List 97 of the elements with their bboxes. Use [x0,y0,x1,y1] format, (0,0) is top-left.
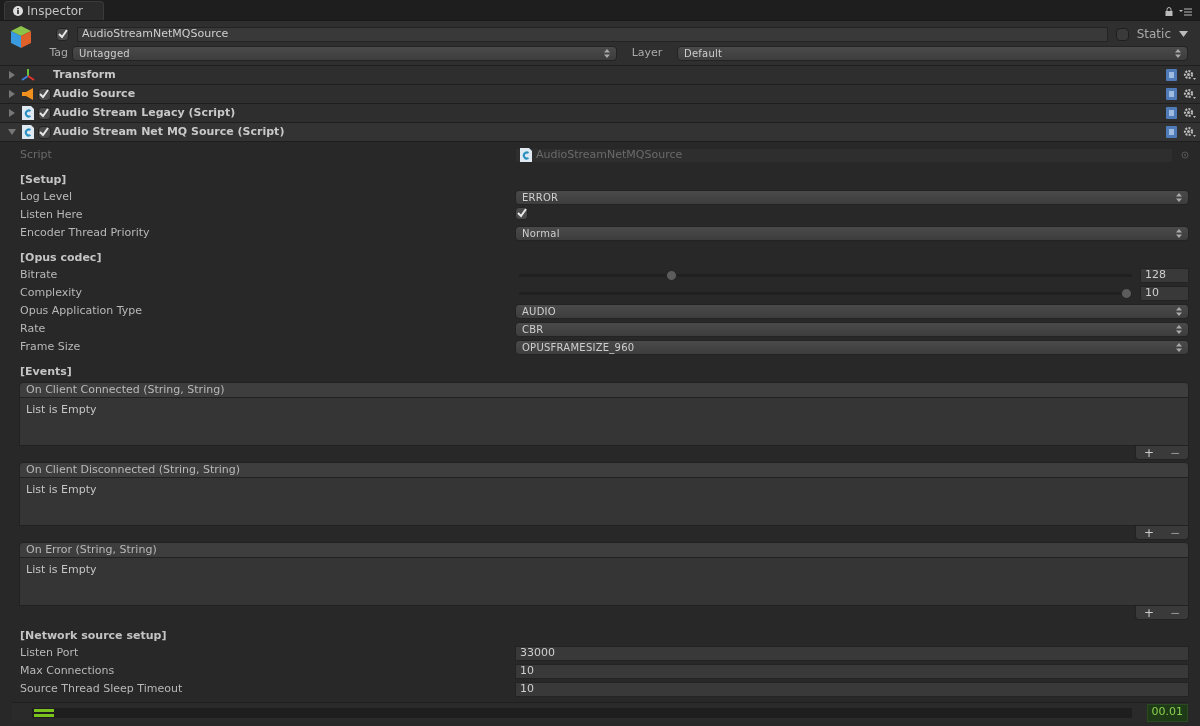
field-label: Script [20,146,53,163]
field-label: Rate [20,320,47,337]
updown-arrows-icon [1176,306,1182,316]
remove-button[interactable]: − [1165,446,1185,459]
field-label: Encoder Thread Priority [20,224,151,241]
updown-arrows-icon [604,48,610,58]
dropdown[interactable]: ERROR [515,189,1189,205]
field-label: Opus Application Type [20,302,144,319]
axes-icon [20,68,36,82]
slider-thumb[interactable] [1121,287,1132,299]
empty-list-text: List is Empty [26,563,97,576]
section-heading: [Setup] [20,171,67,188]
updown-arrows-icon [1176,228,1182,238]
field-label: Source Thread Sleep Timeout [20,680,184,697]
active-checkbox[interactable] [56,27,69,41]
component-header[interactable]: Audio Stream Legacy (Script) [0,104,1200,123]
layer-label: Layer [630,44,664,61]
cube-icon [10,25,32,49]
help-book-icon[interactable] [1166,88,1177,100]
lock-icon[interactable] [1165,7,1173,16]
help-book-icon[interactable] [1166,126,1177,138]
collapsed-arrow-icon[interactable] [8,109,16,117]
collapsed-arrow-icon[interactable] [8,90,16,98]
updown-arrows-icon [1176,342,1182,352]
section-heading: [Network source setup] [20,627,167,644]
help-book-icon[interactable] [1166,107,1177,119]
add-button[interactable]: + [1139,446,1159,459]
name-field[interactable]: AudioStreamNetMQSource [77,26,1108,42]
slider[interactable] [519,287,1132,299]
event-header: On Client Connected (String, String) [19,382,1189,398]
script-file-icon [22,125,34,139]
info-icon [13,6,23,16]
field-label: Listen Port [20,644,80,661]
component-title: Audio Stream Legacy (Script) [53,104,236,121]
dropdown[interactable]: Default [677,45,1188,61]
speaker-icon [21,88,35,100]
field-label: Listen Here [20,206,84,223]
empty-list-text: List is Empty [26,483,97,496]
event-header: On Client Disconnected (String, String) [19,462,1189,478]
section-heading: [Events] [20,363,72,380]
meter-reading: 00.01 [1146,703,1188,722]
add-button[interactable]: + [1139,526,1159,539]
tag-label: Tag [48,44,68,61]
static-label: Static [1136,26,1171,43]
number-field[interactable]: 10 [515,681,1189,697]
slider-thumb[interactable] [666,269,678,281]
dropdown-arrow-icon[interactable] [1179,31,1188,37]
empty-list-text: List is Empty [26,403,97,416]
settings-icon[interactable] [1183,107,1196,119]
add-button[interactable]: + [1139,606,1159,619]
field-label: Frame Size [20,338,82,355]
dropdown[interactable]: OPUSFRAMESIZE_960 [515,339,1189,355]
number-field[interactable]: 10 [515,663,1189,679]
component-header[interactable]: Transform [0,66,1200,85]
number-field[interactable]: 33000 [515,645,1189,661]
enabled-checkbox[interactable] [37,125,51,139]
enabled-checkbox[interactable] [37,87,51,101]
dropdown[interactable]: AUDIO [515,303,1189,319]
number-field[interactable]: 128 [1140,267,1189,283]
settings-icon[interactable] [1183,88,1196,100]
dropdown[interactable]: CBR [515,321,1189,337]
checkmark-icon [57,29,68,39]
updown-arrows-icon [1176,324,1182,334]
expanded-arrow-icon[interactable] [8,128,16,136]
dropdown[interactable]: Untagged [72,45,617,61]
event-header: On Error (String, String) [19,542,1189,558]
remove-button[interactable]: − [1165,526,1185,539]
settings-icon[interactable] [1183,69,1196,81]
checkmark-icon [516,208,527,218]
section-heading: [Opus codec] [20,249,102,266]
component-title: Audio Stream Net MQ Source (Script) [53,123,285,140]
script-file-icon [22,106,34,120]
component-title: Audio Source [53,85,136,102]
menu-icon[interactable] [1179,7,1192,16]
updown-arrows-icon [1175,48,1181,58]
updown-arrows-icon [1176,192,1182,202]
object-picker-icon[interactable] [1181,151,1189,159]
static-checkbox[interactable] [1115,27,1129,41]
field-label: Max Connections [20,662,116,679]
settings-icon[interactable] [1183,126,1196,138]
collapsed-arrow-icon[interactable] [8,71,16,79]
number-field[interactable]: 10 [1140,285,1189,301]
help-book-icon[interactable] [1166,69,1177,81]
enabled-checkbox[interactable] [37,106,51,120]
checkbox[interactable] [515,206,528,220]
dropdown[interactable]: Normal [515,225,1189,241]
object-field: AudioStreamNetMQSource [515,147,1173,163]
remove-button[interactable]: − [1165,606,1185,619]
field-label: Complexity [20,284,84,301]
slider[interactable] [519,269,1132,281]
field-label: Log Level [20,188,74,205]
inspector-tab[interactable]: Inspector [4,1,104,20]
component-title: Transform [53,66,116,83]
script-file-icon [520,148,532,162]
component-header[interactable]: Audio Stream Net MQ Source (Script) [0,123,1200,142]
field-label: Bitrate [20,266,59,283]
component-header[interactable]: Audio Source [0,85,1200,104]
